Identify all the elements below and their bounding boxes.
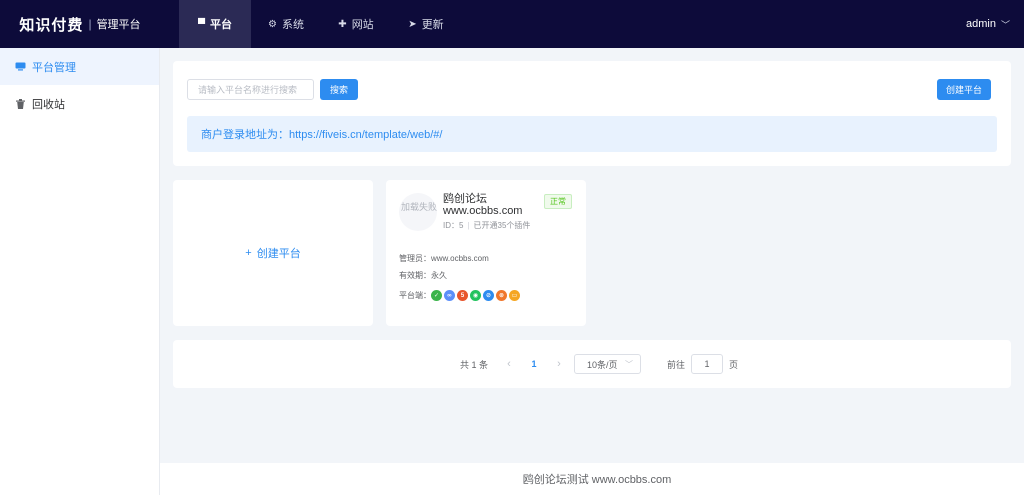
expiry-row: 有效期：永久 <box>399 270 447 281</box>
create-platform-label: 创建平台 <box>256 248 301 260</box>
nav-platform[interactable]: ▀ 平台 <box>179 0 251 48</box>
brand-title: 知识付费 <box>19 16 84 34</box>
send-icon: ➤ <box>408 18 417 30</box>
platform-meta: ID：5 | 已开通35个插件 <box>443 220 530 231</box>
nav-update-label: 更新 <box>421 19 444 31</box>
platform-logo: 加载失败 <box>399 193 437 231</box>
sidebar-item-label: 回收站 <box>32 98 65 111</box>
goto-label: 前往 <box>667 359 686 370</box>
platform-icon <box>14 62 26 71</box>
plugin-count: 已开通35个插件 <box>473 221 531 230</box>
nav-platform-label: 平台 <box>210 19 233 31</box>
top-nav: ▀ 平台 ⚙ 系统 ✚ 网站 ➤ 更新 <box>179 0 461 48</box>
pc-icon[interactable]: ▭ <box>509 290 520 301</box>
admin-value: www.ocbbs.com <box>431 254 489 263</box>
user-name: admin <box>966 18 996 30</box>
platform-id: ID：5 <box>443 221 464 230</box>
goto-suffix: 页 <box>729 359 739 370</box>
sidebar-item-recycle-bin[interactable]: 回收站 <box>0 85 159 122</box>
top-bar: 知识付费 | 管理平台 ▀ 平台 ⚙ 系统 ✚ 网站 ➤ 更新 admin ﹀ <box>0 0 1024 48</box>
brand[interactable]: 知识付费 | 管理平台 <box>0 0 160 48</box>
search-input[interactable] <box>187 79 314 100</box>
nav-website[interactable]: ✚ 网站 <box>321 0 391 48</box>
weibo-icon[interactable]: ⊛ <box>496 290 507 301</box>
nav-system[interactable]: ⚙ 系统 <box>251 0 321 48</box>
globe-icon: ✚ <box>338 18 347 30</box>
create-platform-card[interactable]: + 创建平台 <box>173 180 373 326</box>
nav-update[interactable]: ➤ 更新 <box>391 0 461 48</box>
brand-separator: | <box>88 17 92 31</box>
brand-subtitle: 管理平台 <box>96 19 141 31</box>
pagination: 共 1 条 ‹ 1 › 10条/页 ﹀ 前往 页 <box>460 354 738 374</box>
h5-icon[interactable]: 5 <box>457 290 468 301</box>
trash-icon <box>14 98 26 109</box>
platform-card[interactable]: 加载失败 鸥创论坛 www.ocbbs.com 正常 ID：5 | 已开通35个插件… <box>386 180 586 326</box>
channels-row: 平台端： ✓ ∞ 5 ◉ ⊘ ⊛ ▭ <box>399 290 522 301</box>
gear-icon: ⚙ <box>268 18 277 30</box>
admin-row: 管理员：www.ocbbs.com <box>399 253 489 264</box>
prev-page-button[interactable]: ‹ <box>498 358 520 370</box>
search-panel: 搜索 创建平台 商户登录地址为：https://fiveis.cn/templa… <box>173 61 1011 166</box>
sidebar-item-platform-management[interactable]: 平台管理 <box>0 48 159 85</box>
expiry-value: 永久 <box>431 271 447 280</box>
sidebar-item-label: 平台管理 <box>32 61 76 74</box>
pagination-panel: 共 1 条 ‹ 1 › 10条/页 ﹀ 前往 页 <box>173 340 1011 388</box>
user-menu[interactable]: admin ﹀ <box>966 0 1010 48</box>
safari-icon[interactable]: ⊘ <box>483 290 494 301</box>
whatsapp-icon[interactable]: ◉ <box>470 290 481 301</box>
monitor-icon: ▀ <box>197 18 206 30</box>
next-page-button[interactable]: › <box>548 358 570 370</box>
search-button[interactable]: 搜索 <box>320 79 358 100</box>
platform-name: 鸥创论坛 www.ocbbs.com <box>443 193 523 217</box>
total-count: 共 1 条 <box>460 359 489 370</box>
nav-website-label: 网站 <box>351 19 374 31</box>
goto-page-input[interactable] <box>691 354 724 374</box>
admin-label: 管理员： <box>399 254 431 263</box>
page-size-select[interactable]: 10条/页 ﹀ <box>574 354 642 374</box>
chevron-down-icon: ﹀ <box>625 359 634 369</box>
meta-separator: | <box>467 221 470 230</box>
page-number[interactable]: 1 <box>520 359 548 369</box>
footer-text: 鸥创论坛测试 www.ocbbs.com <box>522 474 672 486</box>
sidebar: 平台管理 回收站 <box>0 48 160 495</box>
page-size-value: 10条/页 <box>587 359 618 370</box>
footer: 鸥创论坛测试 www.ocbbs.com <box>160 463 1024 495</box>
expiry-label: 有效期： <box>399 271 431 280</box>
nav-system-label: 系统 <box>281 19 304 31</box>
chevron-down-icon: ﹀ <box>1000 19 1010 30</box>
login-url-notice: 商户登录地址为：https://fiveis.cn/template/web/#… <box>187 116 997 152</box>
status-badge: 正常 <box>544 194 572 209</box>
create-platform-button[interactable]: 创建平台 <box>937 79 991 100</box>
wechat-icon[interactable]: ✓ <box>431 290 442 301</box>
link-icon[interactable]: ∞ <box>444 290 455 301</box>
plus-icon: + <box>245 247 252 259</box>
channels-label: 平台端： <box>399 291 431 300</box>
